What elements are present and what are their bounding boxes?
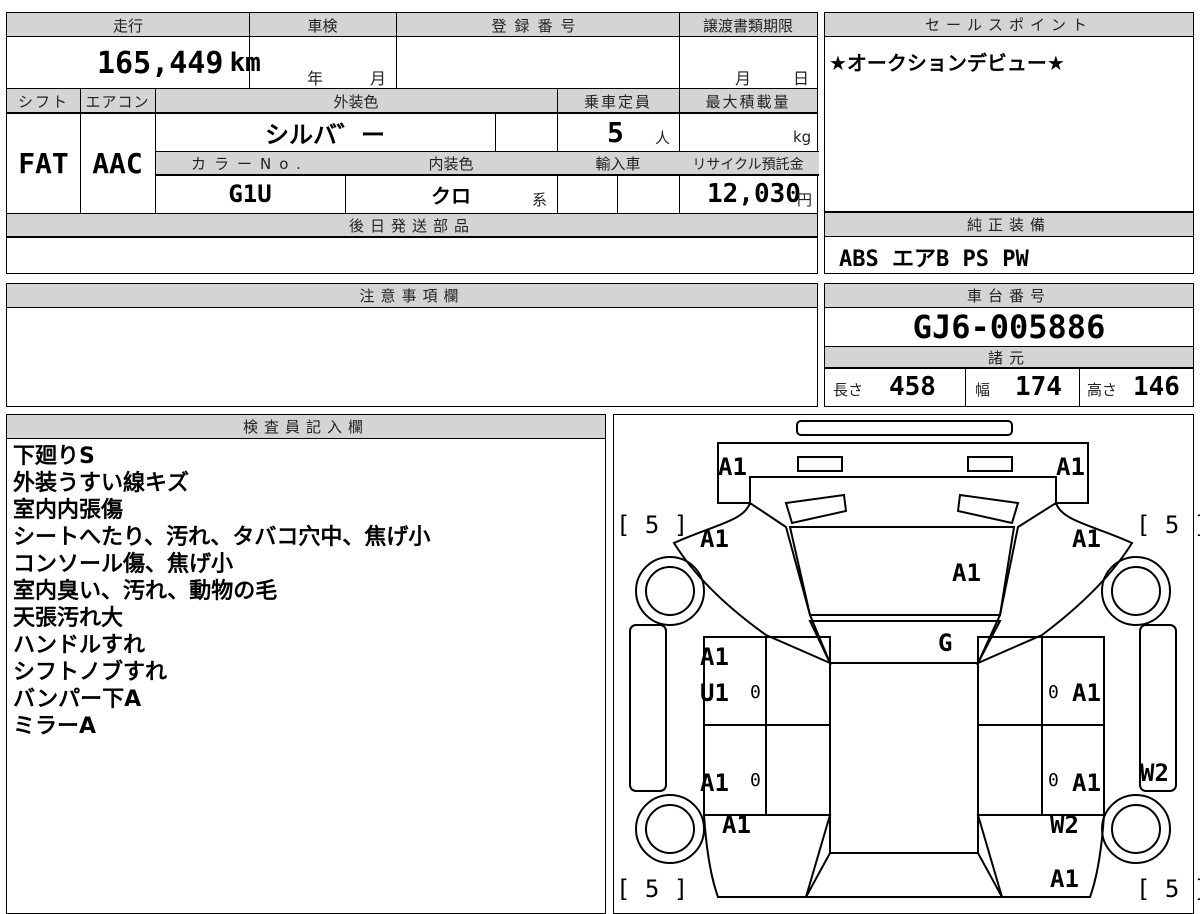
mark-tire-rear-right: [ 5 ] [1136,875,1200,903]
mark-zero-4: 0 [1048,770,1059,791]
caution-box: 注意事項欄 [6,283,818,407]
headlight-right-shape [967,456,1013,472]
color-no-value: G1U [228,180,272,208]
note-line: 外装うすい線キズ [13,471,190,496]
inspection-label: 車検 [307,16,338,35]
capacity-label: 乗車定員 [583,92,652,111]
mark-door-front-right: A1 [1072,679,1101,707]
mark-tire-front-left: [ 5 ] [616,511,689,539]
mark-bumper-left: A1 [718,453,747,481]
mark-windshield: G [938,629,953,657]
transfer-month: 月 [735,69,752,88]
rear-quarter-right-shape [976,814,1106,898]
note-line: 天張汚れ大 [13,606,124,631]
note-line: 室内臭い、汚れ、動物の毛 [13,579,278,604]
chassis-number: GJ6-005886 [912,308,1106,346]
note-line: コンソール傷、焦げ小 [13,552,234,577]
rear-window-shape [804,852,1004,898]
inspector-notes: 下廻りS 外装うすい線キズ 室内内張傷 シートへたり、汚れ、タバコ穴中、焦げ小 … [13,443,430,740]
inspector-box: 検査員記入欄 下廻りS 外装うすい線キズ 室内内張傷 シートへたり、汚れ、タバコ… [6,414,606,914]
mark-tire-rear-left: [ 5 ] [616,875,689,903]
note-line: ハンドルすれ [13,633,146,658]
mark-door-front-left-1: A1 [700,643,729,671]
inspection-year: 年 [307,69,324,88]
length-label: 長さ [833,380,864,399]
width-label: 幅 [975,380,991,399]
headlight-left-shape [797,456,843,472]
note-line: 室内内張傷 [13,498,124,523]
front-body-shape [717,442,1089,504]
recycle-label: リサイクル預託金 [692,156,804,173]
grille-right-shape [956,493,1020,525]
later-parts-label: 後日発送部品 [7,214,817,237]
height-value: 146 [1133,372,1180,402]
damage-diagram-box: A1 A1 [ 5 ] [ 5 ] A1 A1 A1 G A1 U1 0 0 A… [613,414,1200,914]
note-line: 下廻りS [13,444,95,469]
mark-zero-1: 0 [750,682,761,703]
transfer-deadline-label: 譲渡書類期限 [702,16,793,35]
sill-left-shape [629,624,667,792]
max-load-label: 最大積載量 [705,92,791,111]
ac-value: AAC [92,146,143,180]
mark-hood: A1 [952,559,981,587]
mark-quarter-left: A1 [722,811,751,839]
mark-quarter-right: W2 [1050,811,1079,839]
recycle-fee-value: 12,030 [707,179,801,209]
specs-label: 諸元 [825,347,1193,368]
mark-rear-right: A1 [1050,865,1079,893]
height-label: 高さ [1087,380,1118,399]
interior-color-value: クロ [431,183,471,208]
mark-tire-front-right: [ 5 ] [1136,511,1200,539]
vehicle-info-table: 走行 車検 登録番号 譲渡書類期限 165,449 km 年 月 月 日 シフト … [6,12,819,274]
chassis-box: 車台番号 GJ6-005886 諸元 長さ 458 幅 174 高さ 146 [824,283,1194,407]
mark-zero-3: 0 [750,770,761,791]
windshield-shape [808,620,1002,664]
roof-shape [829,662,979,854]
equipment-label: 純正装備 [825,213,1193,237]
width-value: 174 [1015,372,1062,402]
mileage-value: 165,449 km [97,45,261,81]
caution-label: 注意事項欄 [7,284,817,308]
sales-point-label: セールスポイント [825,13,1193,37]
interior-color-label: 内装色 [428,155,474,173]
mark-door-front-left-2: U1 [700,679,729,707]
interior-color-suffix: 系 [532,190,548,209]
equipment-text: ABS エアB PS PW [839,247,1029,272]
capacity-value: 5 [607,115,624,149]
front-bumper-shape [796,420,1013,436]
sales-point-box: セールスポイント ★オークションデビュー★ [824,12,1194,212]
note-line: シートへたり、汚れ、タバコ穴中、焦げ小 [13,525,431,550]
mark-door-rear-left: A1 [700,769,729,797]
exterior-color-label: 外装色 [333,92,379,111]
capacity-unit: 人 [655,128,671,147]
mark-bumper-right: A1 [1056,453,1085,481]
ac-label: エアコン [85,92,150,111]
import-label: 輸入車 [595,155,641,173]
mark-fender-front-left: A1 [700,525,729,553]
length-value: 458 [889,372,936,402]
mark-door-rear-right: A1 [1072,769,1101,797]
inspection-month: 月 [370,69,387,88]
equipment-box: 純正装備 ABS エアB PS PW [824,212,1194,274]
note-line: バンパー下A [13,687,142,712]
mark-fender-front-right: A1 [1072,525,1101,553]
grille-left-shape [784,493,848,525]
sales-point-text: ★オークションデビュー★ [829,51,1065,75]
mileage-label: 走行 [112,16,143,35]
mark-zero-2: 0 [1048,682,1059,703]
note-line: シフトノブすれ [13,660,168,685]
chassis-label: 車台番号 [825,284,1193,308]
max-load-unit: kg [793,128,812,146]
shift-label: シフト [17,92,69,111]
transfer-day: 日 [793,69,810,88]
exterior-color-value: シルバ゛ー [265,120,385,149]
registration-label: 登録番号 [491,16,584,35]
shift-value: FAT [18,146,69,180]
note-line: ミラーA [13,714,97,739]
color-no-label: カラーNo. [191,155,309,173]
mark-side-right: W2 [1140,759,1169,787]
recycle-fee-unit: 円 [797,190,813,209]
inspector-label: 検査員記入欄 [7,415,605,439]
